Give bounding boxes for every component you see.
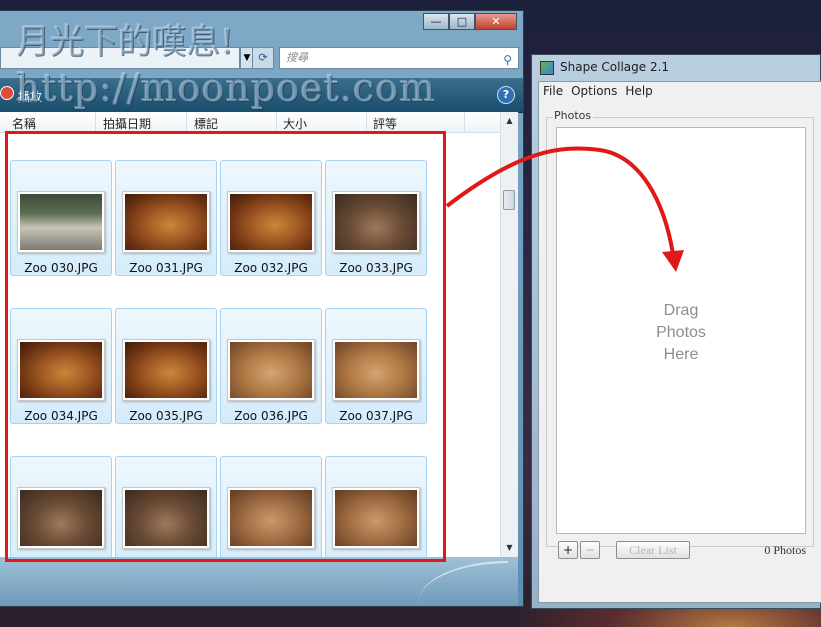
arrow-head-icon xyxy=(662,250,684,272)
drag-arrow xyxy=(445,146,675,255)
arrow-overlay xyxy=(445,146,684,272)
